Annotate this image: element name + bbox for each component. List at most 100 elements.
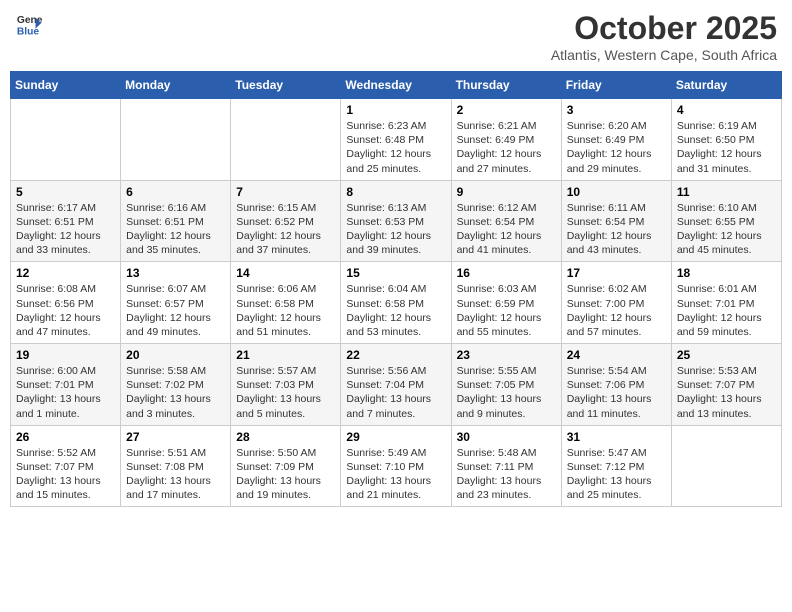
day-info: Sunrise: 6:17 AM Sunset: 6:51 PM Dayligh… [16,201,115,258]
day-cell: 19 Sunrise: 6:00 AM Sunset: 7:01 PM Dayli… [11,344,121,426]
day-cell: 11 Sunrise: 6:10 AM Sunset: 6:55 PM Dayli… [671,180,781,262]
day-info: Sunrise: 5:49 AM Sunset: 7:10 PM Dayligh… [346,446,445,503]
day-info: Sunrise: 6:01 AM Sunset: 7:01 PM Dayligh… [677,282,776,339]
day-info: Sunrise: 5:53 AM Sunset: 7:07 PM Dayligh… [677,364,776,421]
day-info: Sunrise: 5:50 AM Sunset: 7:09 PM Dayligh… [236,446,335,503]
day-info: Sunrise: 6:10 AM Sunset: 6:55 PM Dayligh… [677,201,776,258]
day-cell: 12 Sunrise: 6:08 AM Sunset: 6:56 PM Dayli… [11,262,121,344]
week-row-1: 1 Sunrise: 6:23 AM Sunset: 6:48 PM Daylig… [11,99,782,181]
day-cell: 21Sunrise: 5:57 AM Sunset: 7:03 PM Dayli… [231,344,341,426]
day-cell: 3 Sunrise: 6:20 AM Sunset: 6:49 PM Daylig… [561,99,671,181]
day-info: Sunrise: 6:23 AM Sunset: 6:48 PM Dayligh… [346,119,445,176]
day-info: Sunrise: 6:08 AM Sunset: 6:56 PM Dayligh… [16,282,115,339]
day-info: Sunrise: 6:02 AM Sunset: 7:00 PM Dayligh… [567,282,666,339]
day-number: 27 [126,430,225,444]
day-cell: 24 Sunrise: 5:54 AM Sunset: 7:06 PM Dayli… [561,344,671,426]
day-info: Sunrise: 6:16 AM Sunset: 6:51 PM Dayligh… [126,201,225,258]
logo-icon: General Blue [15,10,43,38]
day-cell: 14 Sunrise: 6:06 AM Sunset: 6:58 PM Dayli… [231,262,341,344]
weekday-header-thursday: Thursday [451,72,561,99]
week-row-2: 5 Sunrise: 6:17 AM Sunset: 6:51 PM Daylig… [11,180,782,262]
day-number: 15 [346,266,445,280]
day-cell: 29 Sunrise: 5:49 AM Sunset: 7:10 PM Dayli… [341,425,451,507]
day-info: Sunrise: 6:19 AM Sunset: 6:50 PM Dayligh… [677,119,776,176]
day-cell [121,99,231,181]
day-info: Sunrise: 6:12 AM Sunset: 6:54 PM Dayligh… [457,201,556,258]
day-info: Sunrise: 5:48 AM Sunset: 7:11 PM Dayligh… [457,446,556,503]
day-cell: 26Sunrise: 5:52 AM Sunset: 7:07 PM Dayli… [11,425,121,507]
day-number: 10 [567,185,666,199]
day-number: 23 [457,348,556,362]
day-number: 21 [236,348,335,362]
day-number: 2 [457,103,556,117]
day-cell: 5 Sunrise: 6:17 AM Sunset: 6:51 PM Daylig… [11,180,121,262]
day-number: 19 [16,348,115,362]
day-info: Sunrise: 6:20 AM Sunset: 6:49 PM Dayligh… [567,119,666,176]
day-info: Sunrise: 6:00 AM Sunset: 7:01 PM Dayligh… [16,364,115,421]
weekday-header-tuesday: Tuesday [231,72,341,99]
day-cell: 18 Sunrise: 6:01 AM Sunset: 7:01 PM Dayli… [671,262,781,344]
weekday-header-monday: Monday [121,72,231,99]
day-info: Sunrise: 6:13 AM Sunset: 6:53 PM Dayligh… [346,201,445,258]
day-info: Sunrise: 5:58 AM Sunset: 7:02 PM Dayligh… [126,364,225,421]
day-number: 31 [567,430,666,444]
day-number: 12 [16,266,115,280]
day-cell [231,99,341,181]
day-info: Sunrise: 5:54 AM Sunset: 7:06 PM Dayligh… [567,364,666,421]
day-info: Sunrise: 6:06 AM Sunset: 6:58 PM Dayligh… [236,282,335,339]
weekday-header-friday: Friday [561,72,671,99]
day-number: 18 [677,266,776,280]
day-number: 17 [567,266,666,280]
weekday-header-sunday: Sunday [11,72,121,99]
month-title: October 2025 [551,10,777,47]
day-number: 3 [567,103,666,117]
day-number: 28 [236,430,335,444]
day-info: Sunrise: 6:11 AM Sunset: 6:54 PM Dayligh… [567,201,666,258]
day-number: 24 [567,348,666,362]
day-cell: 2Sunrise: 6:21 AM Sunset: 6:49 PM Daylig… [451,99,561,181]
day-cell [11,99,121,181]
week-row-5: 26Sunrise: 5:52 AM Sunset: 7:07 PM Dayli… [11,425,782,507]
day-cell: 10 Sunrise: 6:11 AM Sunset: 6:54 PM Dayli… [561,180,671,262]
day-cell: 23 Sunrise: 5:55 AM Sunset: 7:05 PM Dayli… [451,344,561,426]
day-cell: 6 Sunrise: 6:16 AM Sunset: 6:51 PM Daylig… [121,180,231,262]
weekday-header-wednesday: Wednesday [341,72,451,99]
day-number: 5 [16,185,115,199]
day-number: 1 [346,103,445,117]
day-number: 20 [126,348,225,362]
day-number: 7 [236,185,335,199]
day-cell: 25 Sunrise: 5:53 AM Sunset: 7:07 PM Dayli… [671,344,781,426]
day-number: 25 [677,348,776,362]
day-cell: 28 Sunrise: 5:50 AM Sunset: 7:09 PM Dayli… [231,425,341,507]
day-cell: 20 Sunrise: 5:58 AM Sunset: 7:02 PM Dayli… [121,344,231,426]
day-info: Sunrise: 6:03 AM Sunset: 6:59 PM Dayligh… [457,282,556,339]
location: Atlantis, Western Cape, South Africa [551,47,777,63]
week-row-4: 19 Sunrise: 6:00 AM Sunset: 7:01 PM Dayli… [11,344,782,426]
day-info: Sunrise: 6:07 AM Sunset: 6:57 PM Dayligh… [126,282,225,339]
day-cell: 13Sunrise: 6:07 AM Sunset: 6:57 PM Dayli… [121,262,231,344]
day-cell: 7 Sunrise: 6:15 AM Sunset: 6:52 PM Daylig… [231,180,341,262]
day-number: 14 [236,266,335,280]
day-info: Sunrise: 6:15 AM Sunset: 6:52 PM Dayligh… [236,201,335,258]
title-section: October 2025 Atlantis, Western Cape, Sou… [551,10,777,63]
day-number: 9 [457,185,556,199]
page-header: General Blue October 2025 Atlantis, West… [10,10,782,63]
week-row-3: 12 Sunrise: 6:08 AM Sunset: 6:56 PM Dayli… [11,262,782,344]
day-cell: 15Sunrise: 6:04 AM Sunset: 6:58 PM Dayli… [341,262,451,344]
weekday-header-row: SundayMondayTuesdayWednesdayThursdayFrid… [11,72,782,99]
day-number: 29 [346,430,445,444]
day-info: Sunrise: 5:55 AM Sunset: 7:05 PM Dayligh… [457,364,556,421]
day-cell: 17 Sunrise: 6:02 AM Sunset: 7:00 PM Dayli… [561,262,671,344]
logo: General Blue [15,10,45,38]
day-number: 11 [677,185,776,199]
day-number: 22 [346,348,445,362]
day-number: 4 [677,103,776,117]
day-number: 30 [457,430,556,444]
day-cell: 1 Sunrise: 6:23 AM Sunset: 6:48 PM Daylig… [341,99,451,181]
day-number: 8 [346,185,445,199]
day-cell: 9 Sunrise: 6:12 AM Sunset: 6:54 PM Daylig… [451,180,561,262]
day-info: Sunrise: 5:52 AM Sunset: 7:07 PM Dayligh… [16,446,115,503]
day-cell: 27Sunrise: 5:51 AM Sunset: 7:08 PM Dayli… [121,425,231,507]
day-number: 6 [126,185,225,199]
day-info: Sunrise: 5:56 AM Sunset: 7:04 PM Dayligh… [346,364,445,421]
